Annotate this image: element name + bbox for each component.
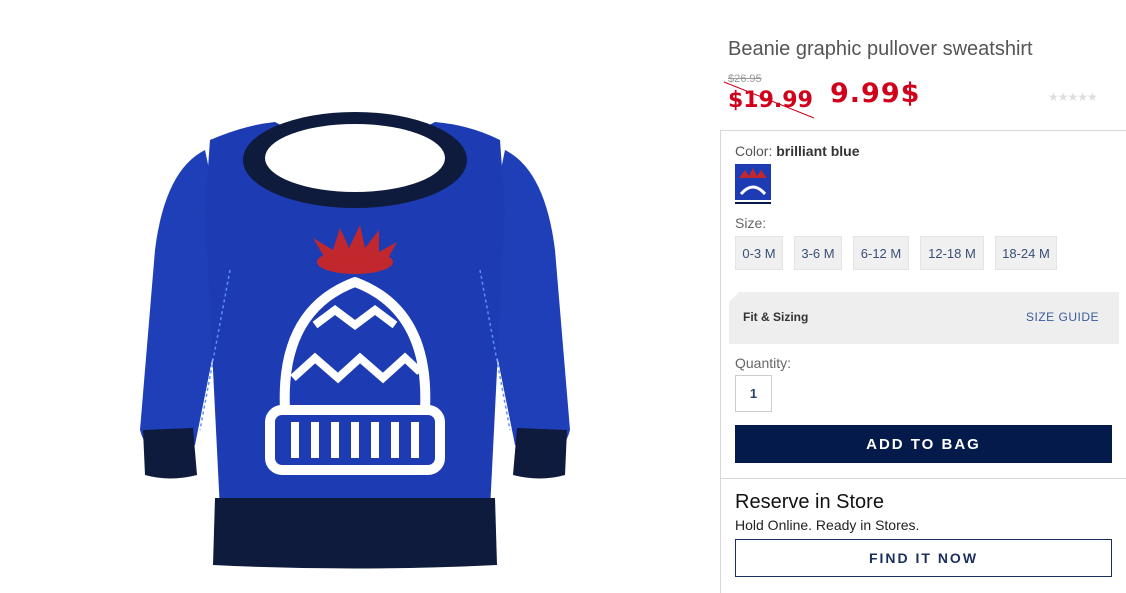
fit-sizing-label: Fit & Sizing bbox=[743, 310, 809, 324]
product-image bbox=[140, 112, 570, 569]
color-swatch[interactable] bbox=[735, 164, 771, 206]
size-option-18-24m[interactable]: 18-24 M bbox=[995, 236, 1057, 270]
size-guide-link[interactable]: SIZE GUIDE bbox=[1026, 310, 1099, 324]
annotated-new-price: 9.99$ bbox=[830, 78, 921, 109]
reserve-in-store-title: Reserve in Store bbox=[735, 491, 884, 513]
quantity-input[interactable]: 1 bbox=[735, 375, 772, 412]
size-option-0-3m[interactable]: 0-3 M bbox=[735, 236, 783, 270]
color-label-text: Color: bbox=[735, 143, 773, 159]
find-it-now-button[interactable]: FIND IT NOW bbox=[735, 539, 1112, 577]
size-option-12-18m[interactable]: 12-18 M bbox=[920, 236, 984, 270]
rating-stars[interactable]: ★★★★★ bbox=[1048, 90, 1098, 104]
fit-row-corner bbox=[729, 292, 739, 302]
size-option-3-6m[interactable]: 3-6 M bbox=[794, 236, 842, 270]
reserve-subtitle: Hold Online. Ready in Stores. bbox=[735, 517, 920, 533]
size-option-6-12m[interactable]: 6-12 M bbox=[853, 236, 909, 270]
quantity-label: Quantity: bbox=[735, 355, 792, 371]
selected-color: brilliant blue bbox=[776, 143, 860, 159]
color-label: Color: brilliant blue bbox=[735, 143, 859, 159]
original-price: $26.95 bbox=[728, 73, 762, 85]
size-label: Size: bbox=[735, 215, 767, 231]
section-divider bbox=[720, 478, 1126, 479]
add-to-bag-button[interactable]: ADD TO BAG bbox=[735, 425, 1112, 463]
sale-price: $19.99 bbox=[728, 88, 813, 113]
product-title: Beanie graphic pullover sweatshirt bbox=[728, 38, 1033, 60]
